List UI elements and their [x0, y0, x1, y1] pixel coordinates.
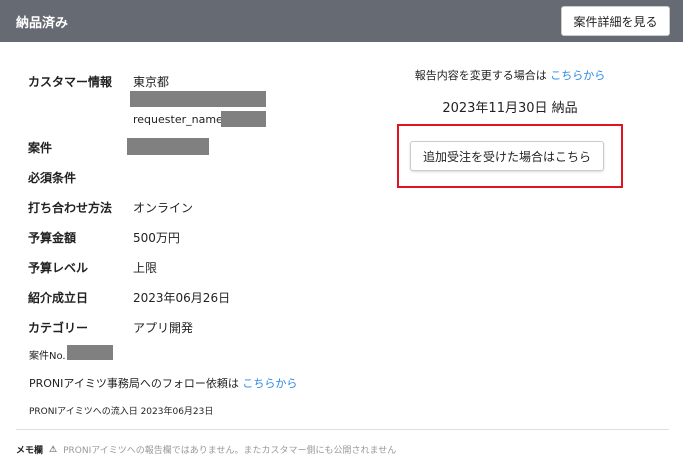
meeting-label: 打ち合わせ方法: [28, 201, 113, 215]
follow-request: PRONIアイミツ事務局へのフォロー依頼は こちらから: [29, 377, 298, 390]
memo-header: メモ欄 ⚠ PRONIアイミツへの報告欄ではありません。またカスタマー側にも公開…: [16, 443, 397, 457]
status-title: 納品済み: [16, 16, 69, 31]
warning-icon: ⚠: [49, 444, 58, 455]
redacted-block: [67, 345, 113, 360]
intro-date-value: 2023年06月26日: [133, 291, 231, 305]
customer-requester: requester_name_: [133, 113, 229, 126]
redacted-block: [221, 111, 266, 127]
budget-level-value: 上限: [133, 261, 158, 275]
customer-prefecture: 東京都: [133, 75, 170, 89]
redacted-block: [130, 91, 266, 107]
budget-label: 予算金額: [28, 231, 77, 245]
case-label: 案件: [28, 141, 53, 155]
customer-label: カスタマー情報: [28, 75, 113, 89]
additional-order-button[interactable]: 追加受注を受けた場合はこちら: [410, 141, 604, 171]
case-no-label: 案件No.: [29, 351, 66, 362]
divider: [16, 429, 669, 430]
change-report-link[interactable]: こちらから: [550, 69, 605, 82]
follow-request-link[interactable]: こちらから: [242, 377, 297, 390]
budget-value: 500万円: [133, 231, 180, 245]
memo-label: メモ欄: [16, 446, 44, 456]
meeting-value: オンライン: [133, 201, 194, 215]
category-value: アプリ開発: [133, 321, 194, 335]
inflow-date: PRONIアイミツへの流入日 2023年06月23日: [29, 407, 214, 417]
change-report: 報告内容を変更する場合は こちらから: [414, 69, 606, 82]
category-label: カテゴリー: [28, 321, 89, 335]
header: 納品済み 案件詳細を見る: [0, 0, 683, 42]
required-label: 必須条件: [28, 171, 77, 185]
intro-date-label: 紹介成立日: [28, 291, 89, 305]
view-case-details-button[interactable]: 案件詳細を見る: [561, 6, 670, 36]
delivery-date: 2023年11月30日 納品: [442, 101, 578, 116]
redacted-block: [127, 138, 209, 155]
memo-note: PRONIアイミツへの報告欄ではありません。またカスタマー側にも公開されません: [63, 446, 397, 456]
budget-level-label: 予算レベル: [28, 261, 89, 275]
